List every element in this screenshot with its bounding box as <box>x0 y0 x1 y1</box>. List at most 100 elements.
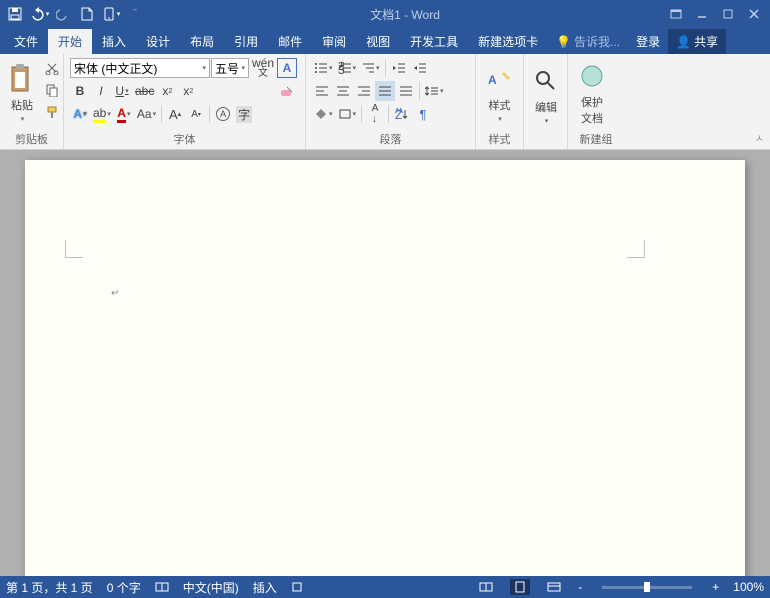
char-shading-button[interactable]: 字 <box>234 104 254 124</box>
close-button[interactable] <box>742 3 766 25</box>
tab-引用[interactable]: 引用 <box>224 29 268 54</box>
group-label-paragraph: 段落 <box>310 129 471 149</box>
editing-button[interactable]: 编辑▾ <box>528 56 564 133</box>
italic-button[interactable]: I <box>91 81 111 101</box>
tab-开始[interactable]: 开始 <box>48 29 92 54</box>
new-doc-button[interactable] <box>76 3 98 25</box>
find-icon <box>530 65 562 97</box>
underline-button[interactable]: U▾ <box>112 81 132 101</box>
page[interactable]: ↵ <box>25 160 745 576</box>
insert-mode[interactable]: 插入 <box>253 579 277 596</box>
word-count[interactable]: 0 个字 <box>107 579 141 596</box>
zoom-thumb[interactable] <box>644 582 650 592</box>
phonetic-guide-button[interactable]: wén文 <box>250 58 276 78</box>
change-case-button[interactable]: Aa▾ <box>135 104 158 124</box>
tab-视图[interactable]: 视图 <box>356 29 400 54</box>
bullets-button[interactable]: ▾ <box>312 58 335 78</box>
tab-开发工具[interactable]: 开发工具 <box>400 29 468 54</box>
proofing-button[interactable] <box>155 581 169 593</box>
format-painter-button[interactable] <box>42 102 62 122</box>
save-button[interactable] <box>4 3 26 25</box>
borders-button[interactable]: ▾ <box>336 104 359 124</box>
clipboard-icon <box>6 63 38 95</box>
char-border-button[interactable]: A <box>277 58 297 78</box>
line-spacing-button[interactable]: ▾ <box>423 81 446 101</box>
copy-button[interactable] <box>42 80 62 100</box>
shrink-font-button[interactable]: A▾ <box>186 104 206 124</box>
font-color-button[interactable]: A▾ <box>114 104 134 124</box>
group-editing: 编辑▾ <box>524 54 568 149</box>
macro-button[interactable] <box>291 581 303 593</box>
font-name-combo[interactable]: 宋体 (中文正文)▾ <box>70 58 210 78</box>
align-right-button[interactable] <box>354 81 374 101</box>
decrease-indent-button[interactable] <box>389 58 409 78</box>
tab-新建选项卡[interactable]: 新建选项卡 <box>468 29 548 54</box>
group-label-new: 新建组 <box>572 129 620 149</box>
group-label-clipboard: 剪贴板 <box>4 129 59 149</box>
touch-mode-button[interactable]: ▾ <box>100 3 122 25</box>
language-button[interactable]: 中文(中国) <box>183 579 239 596</box>
ribbon-options-button[interactable] <box>664 3 688 25</box>
share-button[interactable]: 👤共享 <box>668 29 726 54</box>
increase-indent-button[interactable] <box>410 58 430 78</box>
font-size-combo[interactable]: 五号▾ <box>211 58 249 78</box>
redo-button[interactable] <box>52 3 74 25</box>
status-bar: 第 1 页，共 1 页 0 个字 中文(中国) 插入 - + 100% <box>0 576 770 598</box>
tab-文件[interactable]: 文件 <box>4 29 48 54</box>
tell-me-search[interactable]: 💡告诉我... <box>548 29 628 54</box>
align-justify-button[interactable] <box>375 81 395 101</box>
align-distributed-button[interactable] <box>396 81 416 101</box>
tab-布局[interactable]: 布局 <box>180 29 224 54</box>
grow-font-button[interactable]: A▴ <box>165 104 185 124</box>
multilevel-list-button[interactable]: ▾ <box>359 58 382 78</box>
subscript-button[interactable]: x2 <box>157 81 177 101</box>
group-new: 保护 文档 新建组 <box>568 54 624 149</box>
svg-text:A: A <box>488 73 497 87</box>
show-marks-button[interactable]: ¶ <box>413 104 433 124</box>
highlight-button[interactable]: ab▾ <box>91 104 113 124</box>
enclose-char-button[interactable]: A <box>213 104 233 124</box>
styles-button[interactable]: A 样式▾ <box>480 56 519 129</box>
group-styles: A 样式▾ 样式 <box>476 54 524 149</box>
minimize-button[interactable] <box>690 3 714 25</box>
group-paragraph: ▾ 123▾ ▾ ▾ ▾ ▾ A↓ <box>306 54 476 149</box>
shading-button[interactable]: ▾ <box>312 104 335 124</box>
book-icon <box>155 581 169 593</box>
sort-button[interactable]: AZ <box>392 104 412 124</box>
title-bar: ▾ ▾ ‾ 文档1 - Word <box>0 0 770 28</box>
svg-text:Z: Z <box>395 108 402 120</box>
paste-button[interactable]: 粘贴 ▾ <box>4 56 40 129</box>
align-center-button[interactable] <box>333 81 353 101</box>
superscript-button[interactable]: x2 <box>178 81 198 101</box>
clear-format-button[interactable] <box>277 81 297 101</box>
tab-设计[interactable]: 设计 <box>136 29 180 54</box>
tab-插入[interactable]: 插入 <box>92 29 136 54</box>
undo-button[interactable]: ▾ <box>28 3 50 25</box>
zoom-level[interactable]: 100% <box>733 580 764 594</box>
document-canvas[interactable]: ↵ <box>0 150 770 576</box>
margin-corner-tl <box>65 240 83 258</box>
bold-button[interactable]: B <box>70 81 90 101</box>
page-indicator[interactable]: 第 1 页，共 1 页 <box>6 579 93 596</box>
protect-doc-button[interactable]: 保护 文档 <box>572 56 612 129</box>
cut-button[interactable] <box>42 58 62 78</box>
group-label-styles: 样式 <box>480 129 519 149</box>
text-effects-button[interactable]: A▾ <box>70 104 90 124</box>
qat-customize[interactable]: ‾ <box>124 3 146 25</box>
tab-邮件[interactable]: 邮件 <box>268 29 312 54</box>
align-left-button[interactable] <box>312 81 332 101</box>
login-button[interactable]: 登录 <box>628 29 668 54</box>
zoom-in-button[interactable]: + <box>712 580 719 594</box>
maximize-button[interactable] <box>716 3 740 25</box>
collapse-ribbon-button[interactable]: ㅅ <box>755 130 764 145</box>
web-layout-button[interactable] <box>544 579 564 595</box>
strikethrough-button[interactable]: abc <box>133 81 156 101</box>
text-direction-button[interactable]: A↓ <box>365 104 385 124</box>
numbering-button[interactable]: 123▾ <box>336 58 359 78</box>
zoom-slider[interactable] <box>602 586 692 589</box>
tab-审阅[interactable]: 审阅 <box>312 29 356 54</box>
zoom-out-button[interactable]: - <box>578 580 582 594</box>
group-label-editing <box>528 133 563 149</box>
read-mode-button[interactable] <box>476 579 496 595</box>
print-layout-button[interactable] <box>510 579 530 595</box>
